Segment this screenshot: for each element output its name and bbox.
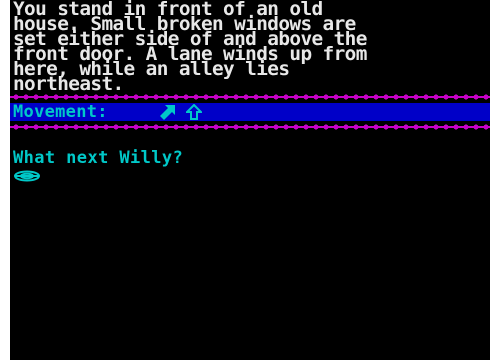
input-cursor[interactable] bbox=[13, 167, 41, 182]
arrow-north-outline-icon[interactable] bbox=[184, 103, 204, 120]
arrow-north-glyph bbox=[184, 103, 204, 120]
border-dots bbox=[10, 124, 490, 130]
arrow-northeast-icon[interactable] bbox=[160, 104, 176, 120]
game-screen: You stand in front of an old house. Smal… bbox=[10, 0, 490, 360]
command-prompt: What next Willy? bbox=[13, 148, 184, 168]
cursor-glyph bbox=[14, 170, 40, 182]
status-bar-top-border bbox=[10, 92, 490, 102]
arrow-northeast-glyph bbox=[160, 105, 175, 120]
movement-label: Movement: bbox=[13, 102, 108, 122]
border-dots bbox=[10, 94, 490, 100]
location-description: You stand in front of an old house. Smal… bbox=[13, 0, 490, 94]
status-bar-bottom-border bbox=[10, 122, 490, 132]
movement-bar: Movement: bbox=[10, 102, 490, 122]
